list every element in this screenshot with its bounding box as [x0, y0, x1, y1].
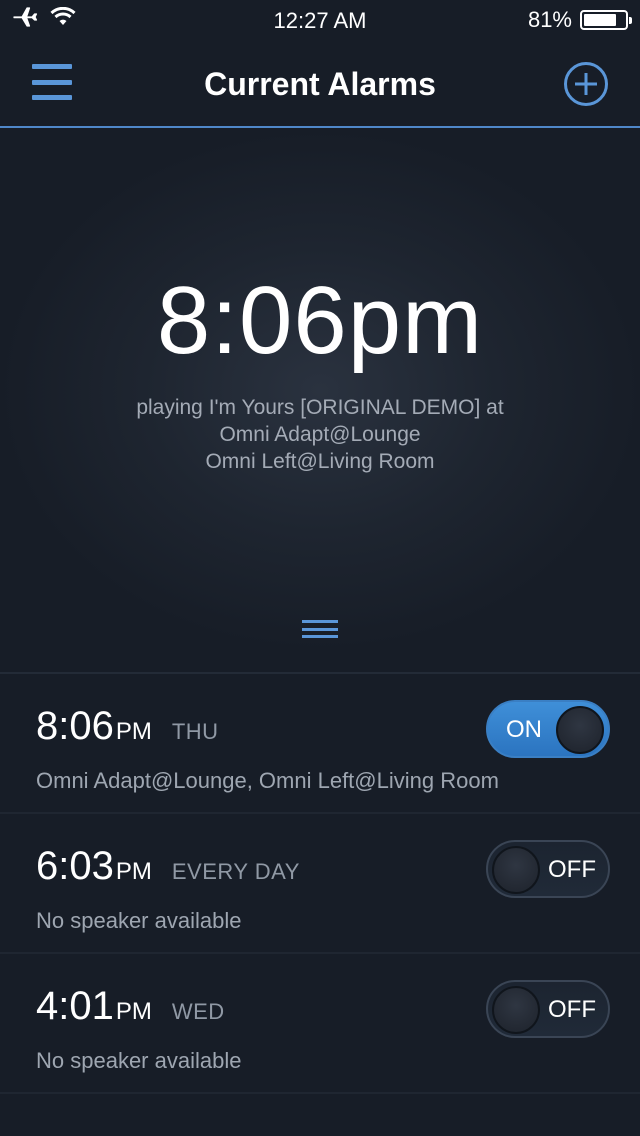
next-alarm-time: 8:06pm — [156, 267, 484, 374]
next-alarm-speaker-2: Omni Left@Living Room — [205, 450, 435, 473]
alarm-row[interactable]: 6:03 PM EVERY DAY No speaker available O… — [0, 814, 640, 954]
toggle-label: OFF — [548, 996, 596, 1023]
drag-handle-icon[interactable] — [302, 620, 338, 638]
toggle-knob — [556, 706, 604, 754]
alarm-row[interactable]: 4:01 PM WED No speaker available OFF — [0, 954, 640, 1094]
next-alarm-details: playing I'm Yours [ORIGINAL DEMO] at Omn… — [0, 394, 640, 475]
toggle-knob — [492, 846, 540, 894]
alarm-hour-minute: 6:03 — [36, 844, 114, 888]
alarm-hour-minute: 4:01 — [36, 984, 114, 1028]
alarm-time: 8:06 PM THU — [36, 704, 219, 749]
alarm-list: 8:06 PM THU Omni Adapt@Lounge, Omni Left… — [0, 674, 640, 1094]
status-time: 12:27 AM — [273, 8, 367, 33]
alarm-toggle[interactable]: OFF — [486, 980, 610, 1038]
alarm-days: THU — [171, 719, 219, 744]
plus-circle-icon[interactable] — [564, 62, 608, 106]
alarm-speakers: Omni Adapt@Lounge, Omni Left@Living Room — [36, 768, 499, 793]
next-alarm-track: playing I'm Yours [ORIGINAL DEMO] at — [136, 396, 504, 419]
next-alarm-panel: 8:06pm playing I'm Yours [ORIGINAL DEMO]… — [0, 130, 640, 674]
status-bar: 12:27 AM 81% — [0, 0, 640, 40]
alarm-speakers: No speaker available — [36, 1048, 242, 1073]
page-title: Current Alarms — [204, 66, 436, 102]
alarm-days: EVERY DAY — [171, 859, 300, 884]
battery-icon — [580, 10, 632, 30]
alarm-days: WED — [171, 999, 225, 1024]
alarm-speakers: No speaker available — [36, 908, 242, 933]
alarm-ampm: PM — [115, 858, 152, 885]
alarm-row[interactable]: 8:06 PM THU Omni Adapt@Lounge, Omni Left… — [0, 674, 640, 814]
alarm-hour-minute: 8:06 — [36, 704, 114, 748]
toggle-label: OFF — [548, 856, 596, 883]
alarm-time: 4:01 PM WED — [36, 984, 225, 1029]
alarm-ampm: PM — [115, 998, 152, 1025]
next-alarm-speaker-1: Omni Adapt@Lounge — [219, 423, 421, 446]
alarm-toggle[interactable]: OFF — [486, 840, 610, 898]
alarm-time: 6:03 PM EVERY DAY — [36, 844, 300, 889]
nav-bar: Current Alarms — [0, 40, 640, 128]
battery-fill — [584, 14, 617, 26]
alarm-toggle[interactable]: ON — [486, 700, 610, 758]
alarm-ampm: PM — [115, 718, 152, 745]
toggle-knob — [492, 986, 540, 1034]
toggle-label: ON — [506, 716, 542, 743]
